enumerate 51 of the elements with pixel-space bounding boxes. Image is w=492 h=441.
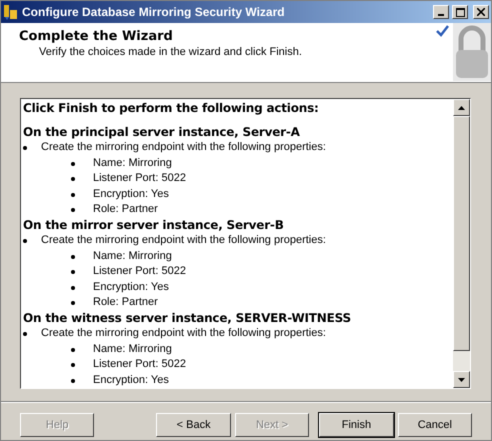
scroll-bar[interactable] bbox=[453, 99, 470, 388]
close-icon bbox=[477, 8, 485, 16]
minimize-button[interactable] bbox=[433, 5, 449, 19]
summary-intro: Click Finish to perform the following actions: bbox=[23, 101, 320, 116]
bullet-icon bbox=[71, 177, 75, 181]
property-text: Listener Port: 5022 bbox=[93, 264, 186, 279]
database-icon bbox=[3, 4, 19, 20]
bullet-icon bbox=[71, 162, 75, 166]
bullet-icon bbox=[71, 270, 75, 274]
property-text: Listener Port: 5022 bbox=[93, 357, 186, 372]
property-text: Encryption: Yes bbox=[93, 372, 169, 388]
property-text: Name: Mirroring bbox=[93, 248, 172, 264]
wizard-button[interactable]: Cancel bbox=[398, 413, 472, 437]
bullet-icon bbox=[71, 208, 75, 212]
down-arrow-icon bbox=[458, 378, 465, 382]
property-text: Name: Mirroring bbox=[93, 156, 172, 170]
bullet-icon bbox=[71, 192, 75, 196]
bullet-icon bbox=[71, 286, 75, 290]
property-text: Listener Port: 5022 bbox=[93, 171, 186, 186]
section-heading: On the witness server instance, SERVER-WITNESS bbox=[23, 310, 352, 326]
bullet-icon bbox=[71, 254, 75, 258]
property-text: Role: Partner bbox=[93, 202, 158, 217]
action-text: Create the mirroring endpoint with the following properties: bbox=[41, 140, 326, 155]
wizard-button[interactable]: < Back bbox=[156, 413, 231, 437]
close-button[interactable] bbox=[473, 5, 489, 19]
bullet-icon bbox=[23, 146, 27, 150]
scroll-up-button[interactable] bbox=[453, 99, 470, 116]
maximize-icon bbox=[456, 8, 464, 16]
bullet-icon bbox=[71, 301, 75, 305]
bullet-icon bbox=[23, 239, 27, 243]
bullet-icon bbox=[71, 378, 75, 382]
page-subtitle: Verify the choices made in the wizard and click Finish. bbox=[38, 46, 303, 58]
bullet-icon bbox=[23, 332, 27, 336]
property-text: Role: Partner bbox=[93, 295, 158, 310]
scroll-down-button[interactable] bbox=[453, 371, 470, 388]
window-title: Configure Database Mirroring Security Wizard bbox=[22, 5, 286, 19]
wizard-button[interactable]: Finish bbox=[319, 413, 394, 437]
section-heading: On the mirror server instance, Server-B bbox=[23, 218, 285, 233]
action-text: Create the mirroring endpoint with the following properties: bbox=[41, 326, 326, 341]
up-arrow-icon bbox=[458, 106, 465, 110]
property-text: Encryption: Yes bbox=[93, 186, 169, 202]
section-heading: On the principal server instance, Server-A bbox=[23, 124, 301, 140]
scroll-thumb[interactable] bbox=[453, 116, 470, 351]
property-text: Encryption: Yes bbox=[93, 280, 169, 294]
maximize-button[interactable] bbox=[452, 5, 468, 19]
page-title: Complete the Wizard bbox=[19, 29, 174, 44]
property-text: Name: Mirroring bbox=[93, 342, 172, 356]
bullet-icon bbox=[71, 363, 75, 367]
padlock-icon bbox=[435, 23, 491, 81]
bullet-icon bbox=[71, 348, 75, 352]
action-text: Create the mirroring endpoint with the following properties: bbox=[41, 233, 326, 248]
